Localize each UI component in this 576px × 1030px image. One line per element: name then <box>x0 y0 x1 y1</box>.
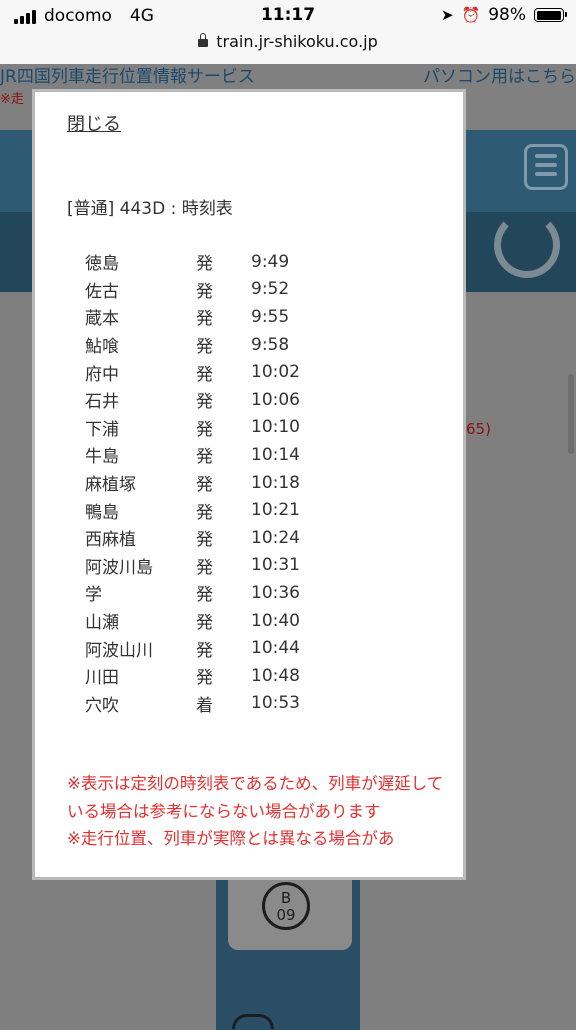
timetable-modal: 閉じる [普通] 443D : 時刻表 徳島発 9:49 佐古発 9:52 蔵本発 9:5… <box>32 89 466 880</box>
note-2: ※走行位置、列車が実際とは異なる場合があ <box>67 829 395 848</box>
time-cell: 10:02 <box>251 362 300 383</box>
battery-percent: 98% <box>488 5 526 25</box>
departure-arrival-mark: 着 <box>196 695 213 716</box>
departure-arrival-mark: 発 <box>196 254 213 275</box>
time-cell: 10:31 <box>251 555 300 576</box>
station-name: 鴨島 <box>85 502 119 523</box>
station-name: 阿波山川 <box>85 640 153 661</box>
station-name: 牛島 <box>85 447 119 468</box>
departure-arrival-mark: 発 <box>196 392 213 413</box>
table-row: 穴吹 着 10:53 <box>85 690 300 718</box>
table-row: 蔵本 発 9:55 <box>85 303 300 331</box>
timetable: 徳島発 9:49 佐古発 9:52 蔵本発 9:55 鮎喰発 9:58 府中発 10:02 石井発 1… <box>85 248 300 717</box>
departure-arrival-mark: 発 <box>196 585 213 606</box>
time-cell: 10:10 <box>251 417 300 438</box>
location-icon: ➤ <box>440 6 454 24</box>
time-cell: 10:18 <box>251 472 300 493</box>
lock-icon <box>198 33 209 47</box>
station-name: 穴吹 <box>85 695 119 716</box>
table-row: 麻植塚 発 10:18 <box>85 469 300 497</box>
table-row: 学 発 10:36 <box>85 579 300 607</box>
departure-arrival-mark: 発 <box>196 557 213 578</box>
station-name: 下浦 <box>85 419 119 440</box>
url-text: train.jr-shikoku.co.jp <box>216 32 378 51</box>
station-name: 阿波川島 <box>85 557 153 578</box>
table-row: 川田 発 10:48 <box>85 662 300 690</box>
pc-version-link[interactable]: パソコン用はこちら <box>423 62 576 87</box>
departure-arrival-mark: 発 <box>196 502 213 523</box>
timetable-title: [普通] 443D : 時刻表 <box>67 199 233 219</box>
time-cell: 9:55 <box>251 306 290 327</box>
time-cell: 9:58 <box>251 334 290 355</box>
table-row: 鴨島 発 10:21 <box>85 496 300 524</box>
time-cell: 9:49 <box>251 251 290 272</box>
departure-arrival-mark: 発 <box>196 364 213 385</box>
timetable-notes: ※表示は定刻の時刻表であるため、列車が遅延している場合は参考にならない場合があり… <box>67 770 447 853</box>
table-row: 下浦 発 10:10 <box>85 414 300 442</box>
departure-arrival-mark: 発 <box>196 281 213 302</box>
background-red-text: 65) <box>466 420 491 438</box>
table-row: 西麻植 発 10:24 <box>85 524 300 552</box>
time-cell: 10:06 <box>251 389 300 410</box>
station-name: 麻植塚 <box>85 475 136 496</box>
site-title: JR四国列車走行位置情報サービス <box>0 67 255 87</box>
departure-arrival-mark: 発 <box>196 337 213 358</box>
departure-arrival-mark: 発 <box>196 475 213 496</box>
close-link[interactable]: 閉じる <box>67 110 121 136</box>
station-name: 山瀬 <box>85 613 119 634</box>
status-bar: docomo 4G 11:17 ➤ ⏰ 98% train.jr-shikoku… <box>0 0 576 64</box>
scrollbar[interactable] <box>568 374 574 454</box>
station-name: 佐古 <box>85 281 119 302</box>
note-1: ※表示は定刻の時刻表であるため、列車が遅延している場合は参考にならない場合があり… <box>67 774 444 821</box>
time-cell: 10:48 <box>251 665 300 686</box>
station-name: 川田 <box>85 668 119 689</box>
background-note: ※走 <box>0 92 24 107</box>
time-cell: 9:52 <box>251 279 290 300</box>
table-row: 阿波山川 発 10:44 <box>85 634 300 662</box>
table-row: 佐古 発 9:52 <box>85 276 300 304</box>
station-name: 蔵本 <box>85 309 119 330</box>
departure-arrival-mark: 発 <box>196 640 213 661</box>
station-name: 徳島 <box>85 254 119 275</box>
station-name: 学 <box>85 585 102 606</box>
refresh-icon[interactable] <box>494 212 560 278</box>
time-cell: 10:44 <box>251 638 300 659</box>
time-cell: 10:53 <box>251 693 300 714</box>
station-name: 西麻植 <box>85 530 136 551</box>
station-badge-b09: B 09 <box>262 882 310 930</box>
time-cell: 10:40 <box>251 610 300 631</box>
table-row: 牛島 発 10:14 <box>85 441 300 469</box>
alarm-icon: ⏰ <box>461 6 481 24</box>
status-right: ➤ ⏰ 98% <box>440 5 567 25</box>
departure-arrival-mark: 発 <box>196 447 213 468</box>
table-row: 府中 発 10:02 <box>85 358 300 386</box>
menu-icon[interactable] <box>524 144 568 190</box>
battery-icon <box>534 8 567 22</box>
departure-arrival-mark: 発 <box>196 309 213 330</box>
departure-arrival-mark: 発 <box>196 530 213 551</box>
station-badge-next <box>232 1014 274 1029</box>
time-cell: 10:21 <box>251 500 300 521</box>
station-name: 石井 <box>85 392 119 413</box>
departure-arrival-mark: 発 <box>196 668 213 689</box>
table-row: 阿波川島 発 10:31 <box>85 552 300 580</box>
time-cell: 10:24 <box>251 527 300 548</box>
table-row: 山瀬 発 10:40 <box>85 607 300 635</box>
address-bar[interactable]: train.jr-shikoku.co.jp <box>0 32 576 51</box>
table-row: 鮎喰 発 9:58 <box>85 331 300 359</box>
table-row: 徳島 発 9:49 <box>85 248 300 276</box>
time-cell: 10:14 <box>251 444 300 465</box>
table-row: 石井 発 10:06 <box>85 386 300 414</box>
time-cell: 10:36 <box>251 582 300 603</box>
station-name: 府中 <box>85 364 119 385</box>
departure-arrival-mark: 発 <box>196 419 213 440</box>
departure-arrival-mark: 発 <box>196 613 213 634</box>
station-name: 鮎喰 <box>85 337 119 358</box>
